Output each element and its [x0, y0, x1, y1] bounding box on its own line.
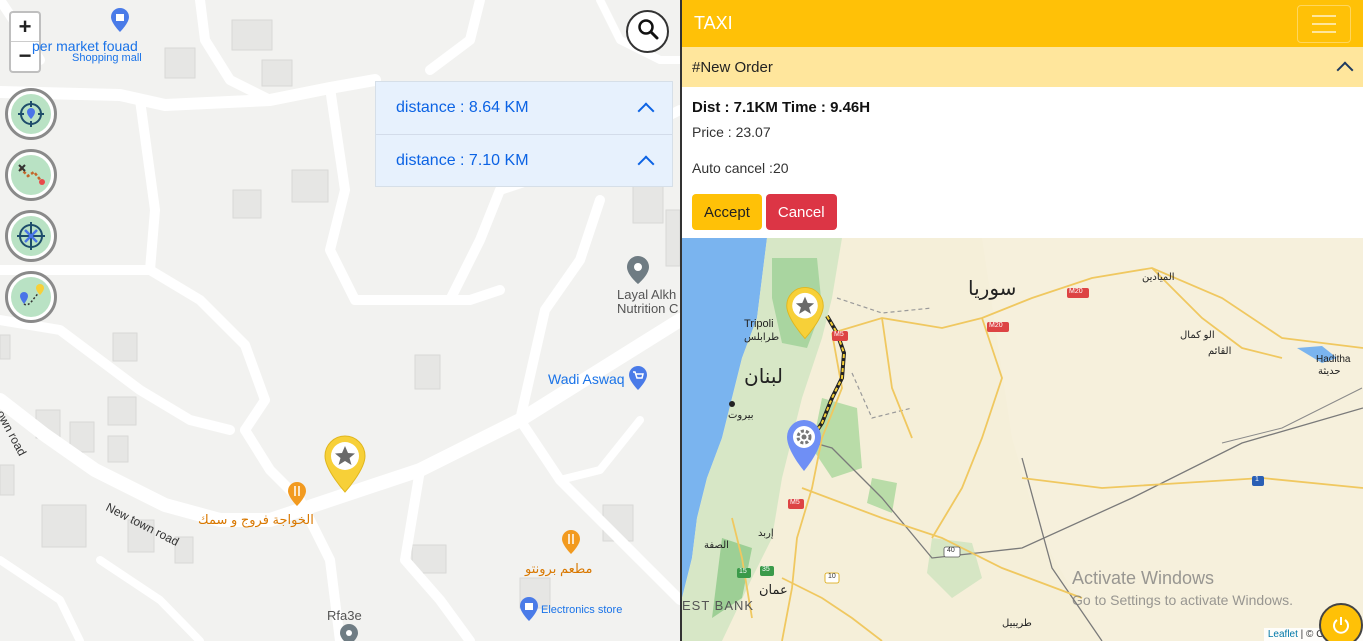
city-label-haditha-ar: حديثة	[1318, 366, 1341, 377]
road-sign-label: 10	[828, 573, 836, 580]
locate-button[interactable]	[5, 88, 57, 140]
target-icon	[11, 216, 51, 256]
activate-windows-subtitle: Go to Settings to activate Windows.	[1072, 592, 1293, 608]
new-order-header[interactable]: #New Order	[682, 47, 1363, 87]
leaflet-link[interactable]: Leaflet	[1268, 629, 1298, 640]
path-button[interactable]	[5, 271, 57, 323]
city-label-tripoli-ar: طرابلس	[744, 332, 780, 343]
hamburger-icon-line	[1312, 22, 1336, 25]
driver-marker[interactable]	[785, 418, 823, 474]
poi-wadi-label: Wadi Aswaq	[548, 371, 625, 387]
shopping-cart-icon[interactable]	[628, 366, 648, 390]
road-sign-label: M5	[834, 331, 844, 338]
city-label-qaim: القائم	[1208, 346, 1232, 357]
route-icon	[11, 155, 51, 195]
restaurant-marker-icon[interactable]	[561, 530, 581, 554]
place-marker-icon[interactable]	[626, 256, 650, 284]
city-label-irbid: إربد	[758, 528, 774, 539]
power-icon	[1333, 617, 1349, 634]
road-sign-label: 35	[762, 566, 770, 573]
region-label-west-bank: EST BANK	[682, 598, 755, 613]
path-icon	[11, 277, 51, 317]
pickup-marker[interactable]	[322, 434, 368, 494]
city-label-mayadin: الميادين	[1142, 272, 1175, 283]
country-label-syria: سوريا	[968, 278, 1017, 300]
city-label-safa: الصفة	[704, 540, 729, 551]
distance-label: distance : 7.10 KM	[396, 151, 529, 169]
order-price: Price : 23.07	[692, 124, 771, 140]
road-sign-label: 15	[739, 568, 747, 575]
city-label-abu-kamal: الو كمال	[1180, 330, 1215, 341]
hamburger-icon	[1312, 14, 1336, 17]
order-auto-cancel: Auto cancel :20	[692, 160, 789, 176]
place-marker-icon[interactable]	[339, 624, 359, 641]
poi-layal-label-1: Layal Alkh	[617, 287, 677, 302]
restaurant-marker-icon[interactable]	[287, 482, 307, 506]
road-sign-label: M5	[790, 499, 800, 506]
locate-icon	[11, 94, 51, 134]
taxi-panel: TAXI #New Order Dist : 7.1KM Time : 9.46…	[680, 0, 1363, 641]
road-sign-label: 1	[1255, 476, 1259, 483]
chevron-up-icon	[637, 102, 655, 120]
distance-item-1[interactable]: distance : 8.64 KM	[376, 82, 672, 134]
city-label-beirut: بيروت	[728, 410, 754, 421]
menu-toggle-button[interactable]	[1297, 4, 1351, 43]
search-icon	[637, 18, 659, 45]
distance-panel: distance : 8.64 KM distance : 7.10 KM	[375, 81, 673, 187]
route-button[interactable]	[5, 149, 57, 201]
country-label-lebanon: لبنان	[744, 366, 783, 388]
pickup-marker[interactable]	[784, 284, 826, 342]
road-sign-label: M20	[1069, 288, 1083, 295]
cancel-button[interactable]: Cancel	[765, 194, 837, 230]
distance-item-2[interactable]: distance : 7.10 KM	[376, 134, 672, 186]
chevron-up-icon	[637, 155, 655, 172]
navbar: TAXI	[682, 0, 1363, 47]
accept-button[interactable]: Accept	[692, 194, 762, 230]
new-order-title: #New Order	[692, 58, 773, 76]
street-map[interactable]: + − distance : 8.64 KM distance: 7.10 K…	[0, 0, 680, 641]
city-label-trabil: طريبيل	[1002, 618, 1032, 629]
poi-rfa3e-label: Rfa3e	[327, 608, 362, 623]
region-map[interactable]: M20 M20 M5 M5 1 40 15 35 10 سوريا لبنان …	[682, 238, 1363, 641]
city-label-tripoli: Tripoli	[744, 318, 774, 330]
electronics-store-icon[interactable]	[519, 597, 539, 621]
power-button[interactable]	[1319, 603, 1363, 641]
target-button[interactable]	[5, 210, 57, 262]
poi-layal-label-2: Nutrition C	[617, 301, 679, 316]
hamburger-icon-line	[1312, 30, 1336, 33]
road-sign-label: M20	[989, 322, 1003, 329]
chevron-up-icon	[1336, 61, 1354, 79]
poi-khawaja-label: الخواجة فروج و سمك	[198, 512, 314, 527]
distance-label: distance : 8.64 KM	[396, 99, 529, 116]
shopping-bag-icon[interactable]	[110, 8, 130, 32]
city-label-haditha: Haditha	[1316, 354, 1351, 365]
order-dist-time: Dist : 7.1KM Time : 9.46H	[692, 99, 871, 116]
order-details: Dist : 7.1KM Time : 9.46H Price : 23.07 …	[682, 87, 1363, 238]
brand-title[interactable]: TAXI	[694, 13, 733, 34]
road-sign-label: 40	[947, 547, 955, 554]
poi-supermarket-sublabel: Shopping mall	[72, 52, 142, 64]
search-button[interactable]	[626, 10, 669, 53]
city-label-amman: عمان	[759, 582, 788, 597]
poi-brontu-label: مطعم برونتو	[525, 561, 593, 576]
poi-electronics-label: Electronics store	[541, 604, 623, 616]
activate-windows-title: Activate Windows	[1072, 568, 1215, 588]
